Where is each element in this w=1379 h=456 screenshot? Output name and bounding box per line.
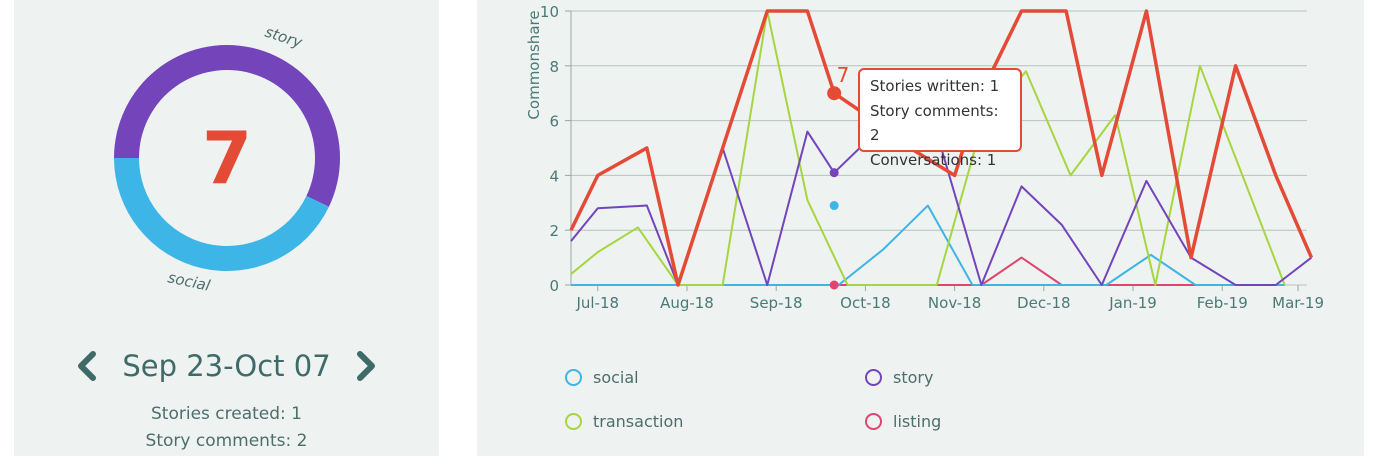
y-axis-label: Commonshare — [525, 10, 543, 119]
legend-label: story — [893, 368, 934, 387]
tooltip-line: Story comments: 2 — [870, 101, 999, 145]
donut-chart: 7 story social — [114, 23, 340, 295]
y-tick-label: 6 — [549, 113, 559, 131]
highlight-point-total[interactable] — [827, 86, 842, 101]
legend-circle-icon — [565, 413, 582, 430]
x-tick-label: Oct-18 — [840, 294, 890, 312]
x-tick-label: Aug-18 — [660, 294, 714, 312]
donut-label-social: social — [166, 268, 212, 295]
x-tick-label: Feb-19 — [1197, 294, 1248, 312]
y-tick-label: 4 — [549, 167, 559, 185]
donut-total-value: 7 — [202, 116, 252, 200]
stat-stories-created: Stories created: 1 — [151, 404, 302, 424]
chevron-right-icon — [356, 351, 375, 381]
donut-label-story: story — [263, 23, 306, 52]
tooltip-value-label: 7 — [837, 63, 850, 87]
x-tick-label: Jul-18 — [575, 294, 619, 312]
tooltip-line: Conversations: 1 — [870, 150, 997, 169]
summary-panel: 7 story social Sep 23-Oct 07 Stories cre… — [14, 0, 439, 456]
data-tooltip: Stories written: 1 Story comments: 2 Con… — [858, 68, 1022, 169]
y-tick-label: 8 — [549, 58, 559, 76]
tooltip-line: Stories written: 1 — [870, 77, 1000, 95]
x-tick-label: Dec-18 — [1017, 294, 1071, 312]
legend-item-story[interactable]: story — [865, 367, 1025, 393]
y-tick-label: 0 — [549, 277, 559, 295]
stat-story-comments: Story comments: 2 — [145, 431, 308, 451]
legend-label: listing — [893, 412, 942, 431]
x-tick-label: Nov-18 — [928, 294, 981, 312]
prev-period-button[interactable] — [73, 342, 103, 390]
legend-circle-icon — [865, 369, 882, 386]
period-navigator: Sep 23-Oct 07 — [14, 342, 439, 390]
legend-circle-icon — [865, 413, 882, 430]
legend-label: social — [593, 368, 639, 387]
next-period-button[interactable] — [350, 342, 380, 390]
series-line-social[interactable] — [571, 204, 1285, 286]
legend-circle-icon — [565, 369, 582, 386]
x-tick-label: Jan-19 — [1108, 294, 1157, 312]
legend-item-transaction[interactable]: transaction — [565, 411, 725, 437]
legend-item-listing[interactable]: listing — [865, 411, 1025, 437]
highlight-point-listing[interactable] — [829, 280, 839, 290]
legend-item-social[interactable]: social — [565, 367, 725, 393]
legend-label: transaction — [593, 412, 684, 431]
y-tick-label: 2 — [549, 222, 559, 240]
highlight-point-social[interactable] — [829, 201, 839, 211]
period-label: Sep 23-Oct 07 — [122, 349, 331, 383]
highlight-point-story[interactable] — [829, 168, 839, 178]
x-tick-label: Mar-19 — [1272, 294, 1324, 312]
chevron-left-icon — [78, 351, 97, 381]
x-tick-label: Sep-18 — [750, 294, 803, 312]
